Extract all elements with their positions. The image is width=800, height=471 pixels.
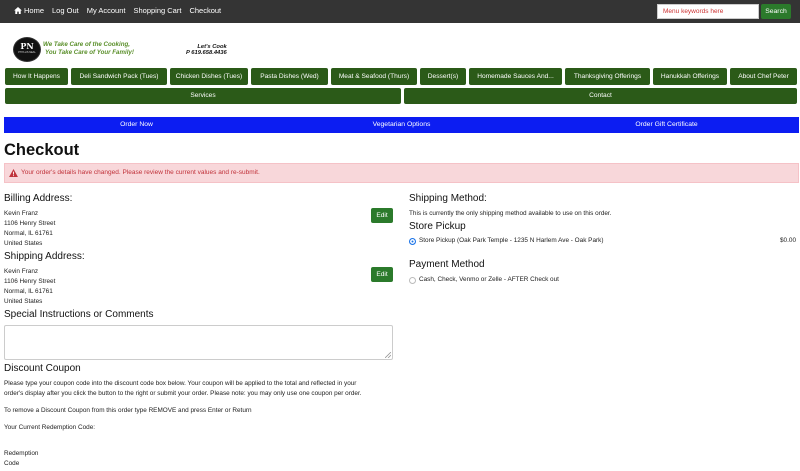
current-redemption-code-label: Your Current Redemption Code: xyxy=(4,424,96,431)
search-input[interactable]: Menu keywords here xyxy=(657,4,759,19)
shipping-method-note: This is currently the only shipping meth… xyxy=(409,210,612,217)
home-icon xyxy=(14,7,22,14)
secondary-nav: Order Now Vegetarian Options Order Gift … xyxy=(4,117,799,133)
store-pickup-radio[interactable] xyxy=(409,238,416,245)
top-nav-my-account[interactable]: My Account xyxy=(87,6,126,15)
phone-block: Let's Cook P 619.658.4436 xyxy=(186,44,227,56)
top-nav-shopping-cart[interactable]: Shopping Cart xyxy=(133,6,181,15)
payment-option-label[interactable]: Cash, Check, Venmo or Zelle - AFTER Chec… xyxy=(419,275,559,285)
store-pickup-label[interactable]: Store Pickup (Oak Park Temple - 1235 N H… xyxy=(419,236,603,246)
resize-handle-icon[interactable] xyxy=(385,352,391,358)
tagline: We Take Care of the Cooking, You Take Ca… xyxy=(43,41,134,57)
top-nav-logout[interactable]: Log Out xyxy=(52,6,79,15)
payment-radio[interactable] xyxy=(409,277,416,284)
top-nav: Home Log Out My Account Shopping Cart Ch… xyxy=(14,6,221,15)
special-instructions-heading: Special Instructions or Comments xyxy=(4,309,154,320)
nav-pasta-dishes[interactable]: Pasta Dishes (Wed) xyxy=(251,68,328,85)
logo-text: PN xyxy=(20,41,34,51)
nav-hanukkah[interactable]: Hanukkah Offerings xyxy=(653,68,727,85)
alert-message: Your order's details have changed. Pleas… xyxy=(21,169,260,176)
edit-shipping-button[interactable]: Edit xyxy=(371,267,393,282)
tagline-line-1: We Take Care of the Cooking, xyxy=(43,41,130,48)
nav-how-it-happens[interactable]: How It Happens xyxy=(5,68,68,85)
nav-services[interactable]: Services xyxy=(5,88,401,104)
nav-homemade-sauces[interactable]: Homemade Sauces And... xyxy=(469,68,562,85)
tagline-line-2: You Take Care of Your Family! xyxy=(45,49,134,56)
billing-country: United States xyxy=(4,240,43,247)
top-bar: Home Log Out My Account Shopping Cart Ch… xyxy=(0,0,800,23)
warning-icon xyxy=(9,169,18,177)
coupon-remove-text: To remove a Discount Coupon from this or… xyxy=(4,407,252,414)
nav-order-gift-certificate[interactable]: Order Gift Certificate xyxy=(534,117,799,133)
alert-banner: Your order's details have changed. Pleas… xyxy=(4,163,799,183)
shipping-country: United States xyxy=(4,298,43,305)
billing-street: 1106 Henry Street xyxy=(4,220,56,227)
shipping-address: Kevin Franz 1106 Henry Street Normal, IL… xyxy=(4,267,55,307)
nav-meat-seafood[interactable]: Meat & Seafood (Thurs) xyxy=(331,68,417,85)
nav-order-now[interactable]: Order Now xyxy=(4,117,269,133)
shipping-method-heading: Shipping Method: xyxy=(409,193,487,204)
nav-thanksgiving[interactable]: Thanksgiving Offerings xyxy=(565,68,650,85)
redemption-code-line-2: Code xyxy=(4,460,20,467)
nav-chicken-dishes[interactable]: Chicken Dishes (Tues) xyxy=(170,68,248,85)
edit-billing-button[interactable]: Edit xyxy=(371,208,393,223)
billing-name: Kevin Franz xyxy=(4,210,39,217)
coupon-text-line-1: Please type your coupon code into the di… xyxy=(4,380,357,387)
store-pickup-heading: Store Pickup xyxy=(409,221,466,232)
payment-method-heading: Payment Method xyxy=(409,259,485,270)
nav-vegetarian-options[interactable]: Vegetarian Options xyxy=(269,117,534,133)
nav-contact[interactable]: Contact xyxy=(404,88,797,104)
redemption-code-label: Redemption Code xyxy=(4,449,38,469)
billing-city: Normal, IL 61761 xyxy=(4,230,53,237)
discount-coupon-heading: Discount Coupon xyxy=(4,363,81,374)
redemption-code-line-1: Redemption xyxy=(4,450,39,457)
billing-address: Kevin Franz 1106 Henry Street Normal, IL… xyxy=(4,209,55,249)
top-nav-home[interactable]: Home xyxy=(14,6,44,15)
shipping-name: Kevin Franz xyxy=(4,268,39,275)
shipping-city: Normal, IL 61761 xyxy=(4,288,53,295)
nav-about-chef[interactable]: About Chef Peter xyxy=(730,68,797,85)
shipping-address-heading: Shipping Address: xyxy=(4,251,85,262)
shipping-street: 1106 Henry Street xyxy=(4,278,56,285)
nav-deli-sandwich[interactable]: Deli Sandwich Pack (Tues) xyxy=(71,68,167,85)
billing-heading: Billing Address: xyxy=(4,193,73,204)
top-nav-home-label: Home xyxy=(24,6,45,15)
search-button[interactable]: Search xyxy=(761,4,791,19)
phone-number: P 619.658.4436 xyxy=(186,50,227,56)
logo[interactable]: PN PHYLLIS NEAL xyxy=(13,37,41,62)
logo-subtext: PHYLLIS NEAL xyxy=(18,51,36,54)
coupon-text-line-2: order's display after you click the butt… xyxy=(4,390,362,397)
top-nav-checkout[interactable]: Checkout xyxy=(189,6,221,15)
special-instructions-textarea[interactable] xyxy=(4,325,393,360)
nav-desserts[interactable]: Dessert(s) xyxy=(420,68,466,85)
store-pickup-price: $0.00 xyxy=(780,237,796,244)
page-title: Checkout xyxy=(4,141,80,159)
